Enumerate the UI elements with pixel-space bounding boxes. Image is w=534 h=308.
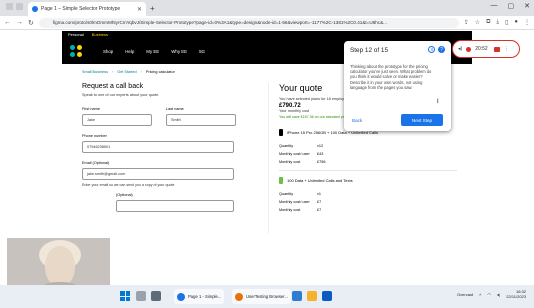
next-step-button[interactable]: Next Step — [401, 114, 443, 126]
share-icon[interactable]: ⇪ — [464, 19, 469, 26]
plan-1-row: Quantity x12 — [279, 144, 324, 148]
plan-2-row: Monthly cost/ user £7 — [279, 200, 322, 204]
guide-controls: ॥ ? — [428, 46, 445, 53]
taskbar-task-label: Page 1 - Simple... — [188, 294, 222, 299]
usertesting-task-card: Step 12 of 15 ॥ ? Thinking about the pro… — [344, 41, 451, 131]
usertesting-icon — [235, 292, 243, 301]
phone-field[interactable]: 07946238501 — [82, 141, 234, 153]
breadcrumb-small-business[interactable]: Small Business — [82, 70, 108, 74]
phone-icon — [279, 129, 283, 136]
file-explorer-icon[interactable] — [307, 291, 317, 301]
last-name-field[interactable]: Smith — [166, 114, 236, 126]
last-name-label: Last name — [166, 107, 184, 111]
window-controls: — ▢ ✕ — [491, 2, 531, 10]
task-instructions: Thinking about the prototype for the pri… — [350, 64, 432, 90]
phone-label: Phone number — [82, 134, 107, 138]
breadcrumb-get-started[interactable]: Get Started — [117, 70, 136, 74]
sidebar-icon[interactable]: ▯ — [505, 19, 508, 26]
back-button[interactable]: Back — [352, 118, 362, 123]
minimize-icon[interactable]: — — [491, 2, 498, 10]
nav-shop[interactable]: Shop — [103, 49, 113, 54]
wifi-icon[interactable]: ◠ — [487, 292, 491, 297]
menu-icon[interactable]: ⋮ — [524, 19, 530, 26]
tab-title: Page 1 – Simple Selector Prototype — [41, 6, 121, 12]
first-name-field[interactable]: Jake — [82, 114, 152, 126]
plan-2-title: 100 Data + Unlimited Calls and Texts — [287, 178, 353, 183]
back-icon[interactable]: ← — [4, 19, 11, 26]
email-label: Email (Optional) — [82, 161, 110, 165]
first-name-label: First name — [82, 107, 100, 111]
windows-start-icon[interactable] — [120, 291, 130, 301]
reload-icon[interactable]: ↻ — [28, 19, 34, 27]
system-tray: Overcast ˄ ◠ ◂) 16:32 22/11/2023 — [457, 289, 526, 299]
address-bar: ← → ↻ figma.com/proto/s0lmOmmMhtyrCmYqbv… — [0, 16, 534, 30]
maximize-icon[interactable]: ▢ — [508, 2, 515, 10]
sim-icon — [279, 177, 283, 184]
business-link[interactable]: Business — [92, 32, 108, 37]
bookmark-icon[interactable]: ☆ — [475, 19, 480, 26]
speaker-icon[interactable]: ◂) — [458, 46, 462, 52]
form-subtitle: Speak to one of our experts about your q… — [82, 93, 160, 97]
close-tab-icon[interactable]: ✕ — [137, 6, 142, 13]
nav-5g[interactable]: 5G — [199, 49, 205, 54]
plan-2-row: Quantity x1 — [279, 192, 322, 196]
extensions-icon[interactable]: ⧉ — [486, 19, 490, 26]
taskbar-usertesting[interactable]: UserTesting Browser... — [232, 289, 291, 304]
plan-1-row: Monthly cost £756 — [279, 160, 326, 164]
optional-field[interactable] — [116, 200, 234, 212]
figma-favicon-icon — [32, 6, 38, 12]
callback-form: Request a call back Speak to one of our … — [82, 83, 254, 212]
breadcrumb: Small Business › Get Started › Pricing c… — [82, 70, 175, 74]
chevron-up-icon[interactable]: ˄ — [479, 292, 481, 297]
plan-2: 100 Data + Unlimited Calls and Texts — [279, 177, 458, 184]
chevron-right-icon: › — [140, 70, 142, 74]
new-tab-icon[interactable]: + — [150, 4, 155, 13]
help-icon[interactable]: ? — [438, 46, 445, 53]
outlook-icon[interactable] — [322, 291, 332, 301]
volume-icon[interactable]: ◂) — [497, 292, 500, 297]
recording-time: 20:52 — [475, 46, 488, 52]
breadcrumb-current: Pricing calculator — [145, 70, 175, 74]
nav-my-ee[interactable]: My EE — [146, 49, 159, 54]
clock[interactable]: 16:32 22/11/2023 — [506, 289, 526, 299]
tab-bar: Page 1 – Simple Selector Prototype ✕ + —… — [0, 0, 534, 16]
text-cursor-icon: I — [437, 99, 439, 105]
tab-actions[interactable] — [6, 3, 23, 10]
more-icon[interactable]: ⋮ — [504, 46, 509, 52]
forward-icon[interactable]: → — [16, 19, 23, 26]
form-title: Request a call back — [82, 83, 144, 90]
audience-switch: Personal Business — [62, 31, 472, 38]
recording-indicator: ◂) 20:52 ⋮ — [452, 40, 520, 58]
browser-tab[interactable]: Page 1 – Simple Selector Prototype ✕ — [28, 2, 146, 16]
chevron-right-icon: › — [111, 70, 114, 74]
plan-2-row: Monthly cost £7 — [279, 208, 322, 212]
weather-label[interactable]: Overcast — [457, 292, 473, 297]
taskbar-chrome[interactable]: Page 1 - Simple... — [174, 289, 225, 304]
profile-icon[interactable]: ● — [514, 19, 518, 26]
personal-link[interactable]: Personal — [68, 32, 84, 37]
optional-label: (Optional) — [116, 193, 133, 197]
divider — [279, 170, 457, 171]
close-window-icon[interactable]: ✕ — [524, 2, 530, 10]
toolbar-icons: ⇪ ☆ ⧉ ⤓ ▯ ● ⋮ — [464, 19, 530, 26]
taskbar-task-label: UserTesting Browser... — [246, 294, 288, 299]
task-view-icon[interactable] — [151, 291, 161, 301]
nav-why-ee[interactable]: Why EE — [171, 49, 187, 54]
email-help-text: Enter your email so we can send you a co… — [82, 183, 175, 187]
download-icon[interactable]: ⤓ — [496, 19, 499, 26]
url-field[interactable]: figma.com/proto/s0lmOmmMhtyrCmYqbvJ/Simp… — [38, 17, 459, 28]
chrome-icon — [177, 292, 185, 301]
screen: Page 1 – Simple Selector Prototype ✕ + —… — [0, 0, 534, 308]
nav-help[interactable]: Help — [125, 49, 134, 54]
ee-logo-icon[interactable] — [70, 44, 83, 58]
plan-1-row: Monthly cost/ user £43 — [279, 152, 324, 156]
pause-icon[interactable]: ॥ — [428, 46, 435, 53]
taskbar: Page 1 - Simple... UserTesting Browser..… — [0, 285, 534, 308]
app-icon[interactable] — [292, 291, 302, 301]
email-field[interactable]: jake.smith@gmail.com — [82, 168, 234, 180]
search-icon[interactable] — [136, 291, 146, 301]
stop-recording-icon[interactable] — [493, 46, 500, 52]
recording-dot-icon — [466, 46, 472, 52]
